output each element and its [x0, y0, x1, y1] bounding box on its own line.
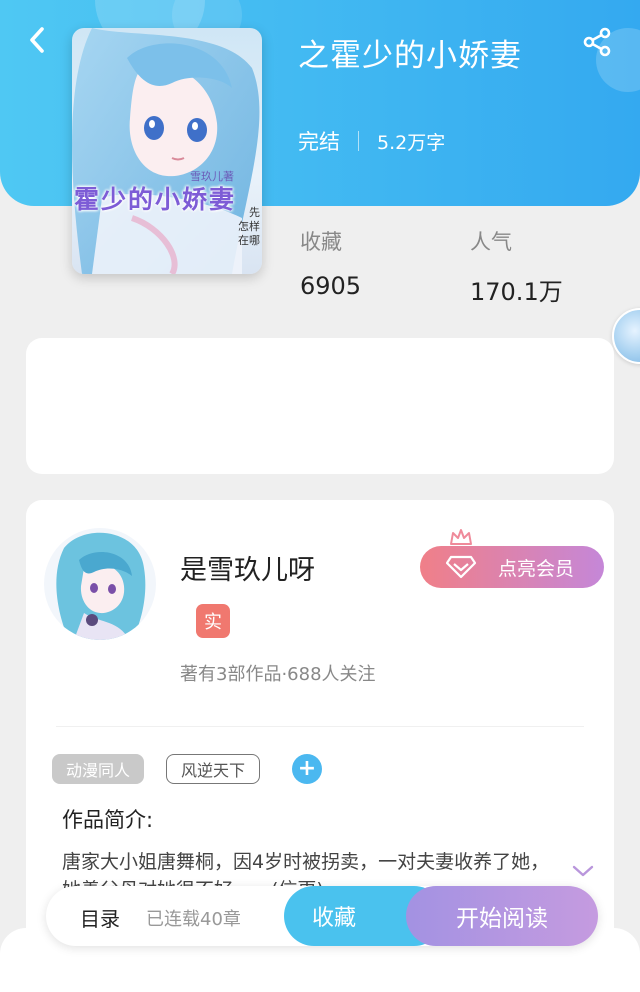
- expand-intro-button[interactable]: [570, 860, 596, 882]
- toc-button[interactable]: 目录: [80, 903, 120, 932]
- cover-side-text: 先 怎样 在哪: [232, 206, 260, 248]
- book-title: 之霍少的小娇妻: [298, 38, 522, 74]
- favorites-stat: 收藏 6905: [300, 226, 361, 300]
- cover-side-line: 先: [249, 206, 260, 219]
- add-tag-button[interactable]: +: [292, 754, 322, 784]
- verified-badge: 实: [196, 604, 230, 638]
- book-cover[interactable]: 雪玖儿著 霍少的小娇妻 先 怎样 在哪: [72, 28, 262, 274]
- cover-title: 霍少的小娇妻: [74, 185, 237, 214]
- cover-side-line: 在哪: [238, 234, 260, 247]
- crown-icon: [448, 526, 474, 548]
- intro-heading: 作品简介:: [62, 808, 154, 832]
- avatar-illustration: [44, 528, 156, 640]
- favorites-value: 6905: [300, 272, 362, 300]
- popularity-stat: 人气 170.1万: [470, 226, 563, 307]
- vip-button[interactable]: 点亮会员: [420, 546, 604, 588]
- blank-card: [26, 338, 614, 474]
- back-button[interactable]: [20, 20, 54, 60]
- chevron-left-icon: [30, 27, 44, 53]
- status-divider: [358, 131, 359, 151]
- chevron-down-icon: [572, 865, 594, 877]
- genre-tag[interactable]: 动漫同人: [52, 754, 145, 784]
- intro-text: 唐家大小姐唐舞桐，因4岁时被拐卖，一对夫妻收养了她，她善父母对她很不好……(信更…: [62, 851, 550, 888]
- word-count: 5.2万字: [377, 131, 446, 154]
- start-reading-button[interactable]: 开始阅读: [406, 886, 598, 946]
- share-button[interactable]: [576, 22, 618, 62]
- cover-side-line: 怎样: [238, 220, 260, 233]
- floating-ball-icon[interactable]: [612, 308, 640, 364]
- author-avatar[interactable]: [44, 528, 156, 640]
- share-icon: [583, 27, 611, 57]
- divider: [56, 726, 584, 727]
- author-name[interactable]: 是雪玖儿呀: [180, 548, 315, 587]
- favorites-label: 收藏: [300, 230, 342, 254]
- diamond-icon: [446, 555, 476, 579]
- book-status: 完结 5.2万字: [298, 126, 445, 156]
- vip-button-label: 点亮会员: [498, 557, 575, 580]
- series-tag[interactable]: 风逆天下: [166, 754, 261, 784]
- popularity-value: 170.1万: [470, 278, 563, 306]
- author-meta: 著有3部作品·688人关注: [180, 664, 376, 685]
- chapter-count: 已连载40章: [146, 909, 241, 930]
- popularity-label: 人气: [470, 230, 512, 254]
- completion-status: 完结: [298, 130, 340, 154]
